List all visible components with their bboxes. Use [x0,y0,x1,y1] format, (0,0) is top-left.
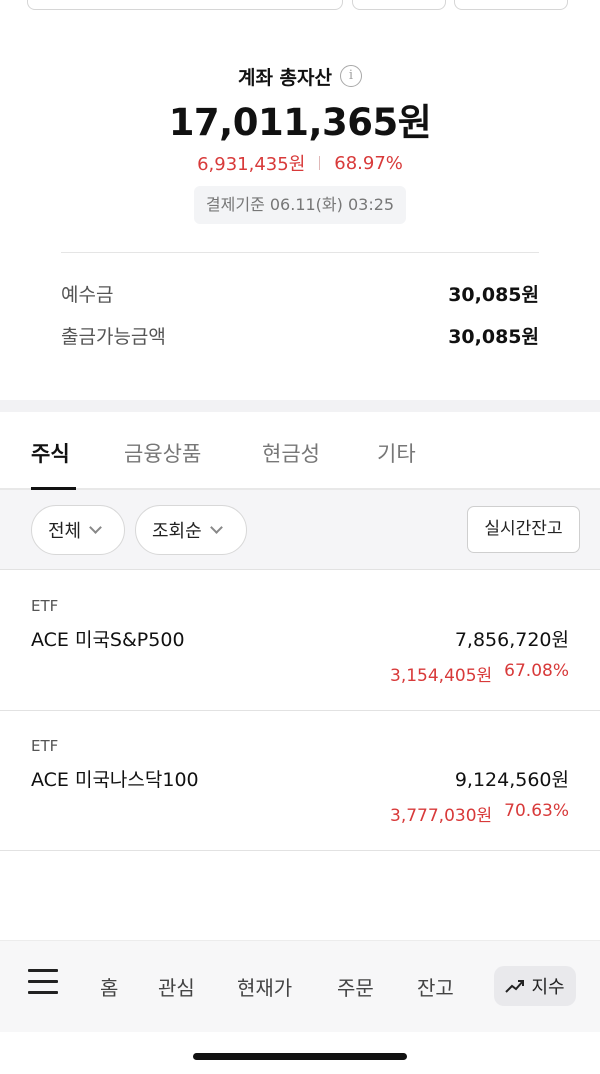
balance-value: 30,085원 [448,325,539,348]
tab-financial-products[interactable]: 금융상품 [124,438,201,468]
top-button-1[interactable] [352,0,446,10]
bottom-nav: 홈 관심 현재가 주문 잔고 지수 [0,940,600,1032]
hamburger-icon[interactable] [28,969,58,995]
holding-category: ETF [31,597,59,615]
tab-other[interactable]: 기타 [377,438,416,468]
balance-label: 출금가능금액 [61,325,166,348]
balance-row-deposit: 예수금 30,085원 [61,278,539,308]
holding-profit: 3,154,405원 [390,666,493,686]
summary-label-row: 계좌 총자산 i [0,58,600,94]
info-icon[interactable]: i [340,65,362,87]
index-button[interactable]: 지수 [494,966,576,1006]
sort-filter-dropdown[interactable]: 조회순 [135,505,247,555]
summary-divider [61,252,539,253]
asset-tabs: 주식 금융상품 현금성 기타 [0,412,600,490]
index-label: 지수 [531,977,565,998]
change-percent: 68.97% [334,152,403,174]
balance-value: 30,085원 [448,283,539,306]
tab-cash-equivalents[interactable]: 현금성 [262,438,320,468]
nav-order[interactable]: 주문 [337,972,374,1001]
holding-rate: 70.63% [504,801,569,821]
holding-name: ACE 미국S&P500 [31,629,185,651]
nav-watchlist[interactable]: 관심 [158,972,195,1001]
holding-profit: 3,777,030원 [390,806,493,826]
holding-change: 3,777,030원 70.63% [390,801,569,826]
total-change: 6,931,435원 68.97% [0,150,600,176]
chevron-down-icon [89,520,102,534]
filter-bar: 전체 조회순 실시간잔고 [0,490,600,570]
nav-home[interactable]: 홈 [100,972,118,1001]
nav-balance[interactable]: 잔고 [417,972,454,1001]
holding-change: 3,154,405원 67.08% [390,661,569,686]
top-search-field[interactable] [27,0,343,10]
chevron-down-icon [209,520,223,534]
top-controls [0,0,600,12]
change-amount: 6,931,435원 [197,154,306,175]
realtime-balance-button[interactable]: 실시간잔고 [467,506,580,553]
holding-name: ACE 미국나스닥100 [31,769,199,791]
top-button-2[interactable] [454,0,568,10]
holding-rate: 67.08% [504,661,569,681]
tab-stocks[interactable]: 주식 [31,438,70,468]
section-gap [0,400,600,412]
trend-up-icon [505,980,525,993]
change-separator [319,156,321,170]
sort-filter-label: 조회순 [152,521,202,542]
holding-value: 7,856,720원 [454,629,569,651]
holding-value: 9,124,560원 [454,769,569,791]
holding-category: ETF [31,737,59,755]
nav-current-price[interactable]: 현재가 [237,972,292,1001]
balance-label: 예수금 [61,283,114,306]
scope-filter-label: 전체 [48,521,82,542]
balance-row-withdrawable: 출금가능금액 30,085원 [61,320,539,350]
settlement-badge: 결제기준 06.11(화) 03:25 [193,186,407,224]
holding-row[interactable]: ETF ACE 미국S&P500 7,856,720원 3,154,405원 6… [0,571,600,711]
summary-label: 계좌 총자산 [237,66,332,89]
account-summary: 계좌 총자산 i 17,011,365원 6,931,435원 68.97% 결… [0,58,600,224]
total-assets: 17,011,365원 [168,101,432,144]
holding-row[interactable]: ETF ACE 미국나스닥100 9,124,560원 3,777,030원 7… [0,711,600,851]
home-indicator[interactable] [193,1053,407,1060]
scope-filter-dropdown[interactable]: 전체 [31,505,125,555]
